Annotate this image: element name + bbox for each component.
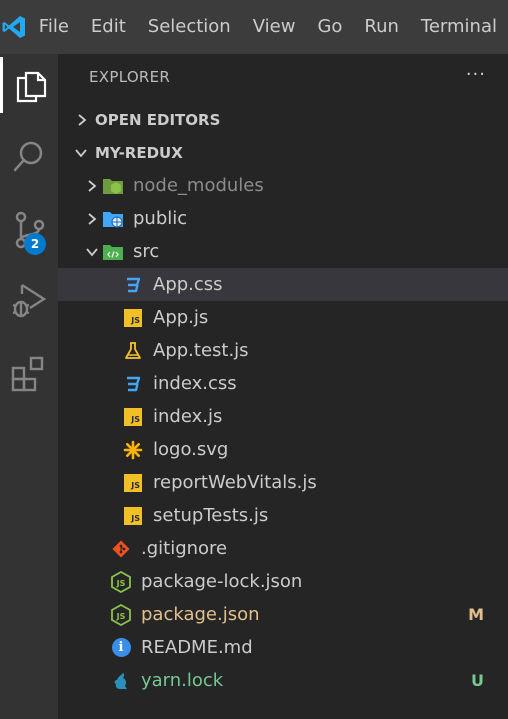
chevron-down-icon [82, 246, 102, 258]
menu-run[interactable]: Run [353, 0, 410, 54]
git-icon [110, 538, 132, 560]
tree-item-label: README.md [141, 637, 253, 658]
nodejs-icon: JS [110, 603, 132, 626]
tree-item-index-css[interactable]: index.css [58, 367, 508, 400]
chevron-right-icon [82, 212, 102, 226]
tree-item-label: package-lock.json [141, 571, 303, 592]
explorer-sidebar: EXPLORER ··· OPEN EDITORS MY-REDUX node_… [58, 54, 508, 719]
tree-item-label: App.css [153, 274, 223, 295]
tree-item-label: logo.svg [153, 439, 229, 460]
explorer-title: EXPLORER [89, 67, 171, 86]
explorer-icon[interactable] [0, 57, 58, 113]
tree-item-yarn-lock[interactable]: yarn.lock U [58, 664, 508, 697]
test-flask-icon [122, 340, 144, 362]
tree-item-package-json[interactable]: JS package.json M [58, 598, 508, 631]
vscode-logo-icon [0, 0, 28, 54]
tree-item-public[interactable]: public [58, 202, 508, 235]
tree-item-package-lock-json[interactable]: JS package-lock.json [58, 565, 508, 598]
menu-terminal[interactable]: Terminal [410, 0, 508, 54]
tree-item-app-test-js[interactable]: App.test.js [58, 334, 508, 367]
yarn-icon [110, 670, 132, 692]
globe-folder-icon [102, 208, 124, 230]
extensions-icon[interactable] [0, 346, 58, 402]
menu-file[interactable]: File [28, 0, 80, 54]
js-icon: JS [122, 307, 144, 329]
tree-item-node-modules[interactable]: node_modules [58, 169, 508, 202]
open-editors-label: OPEN EDITORS [95, 110, 221, 129]
tree-item-readme-md[interactable]: i README.md [58, 631, 508, 664]
menu-edit[interactable]: Edit [80, 0, 137, 54]
tree-item-app-css[interactable]: App.css [58, 268, 508, 301]
js-icon: JS [122, 505, 144, 527]
css-icon [122, 373, 144, 395]
css-icon [122, 274, 144, 296]
tree-item-label: src [133, 241, 160, 262]
more-actions-icon[interactable]: ··· [466, 64, 486, 85]
open-editors-section[interactable]: OPEN EDITORS [58, 103, 508, 136]
tree-item-report-web-vitals-js[interactable]: JS reportWebVitals.js [58, 466, 508, 499]
activity-bar: 2 [0, 54, 58, 719]
git-status-modified: M [468, 605, 484, 624]
tree-item-logo-svg[interactable]: logo.svg [58, 433, 508, 466]
tree-item-label: node_modules [133, 175, 264, 196]
tree-item-label: .gitignore [141, 538, 228, 559]
git-status-untracked: U [471, 671, 484, 690]
chevron-down-icon [58, 147, 90, 159]
menu-selection[interactable]: Selection [137, 0, 242, 54]
tree-item-label: index.css [153, 373, 237, 394]
project-label: MY-REDUX [95, 143, 183, 162]
tree-item-src[interactable]: src [58, 235, 508, 268]
info-icon: i [110, 637, 132, 659]
tree-item-label: package.json [141, 604, 260, 625]
chevron-right-icon [82, 179, 102, 193]
node-folder-icon [102, 175, 124, 197]
file-tree: node_modules public src App.css JS App.j… [58, 169, 508, 697]
tree-item-gitignore[interactable]: .gitignore [58, 532, 508, 565]
search-icon[interactable] [0, 128, 58, 184]
svg-text:JS: JS [116, 579, 126, 588]
nodejs-icon: JS [110, 570, 132, 593]
tree-item-app-js[interactable]: JS App.js [58, 301, 508, 334]
tree-item-label: setupTests.js [153, 505, 269, 526]
title-bar: File Edit Selection View Go Run Terminal [0, 0, 508, 54]
tree-item-label: yarn.lock [141, 670, 224, 691]
tree-item-label: reportWebVitals.js [153, 472, 317, 493]
js-icon: JS [122, 472, 144, 494]
explorer-header: EXPLORER ··· [58, 54, 508, 99]
tree-item-label: public [133, 208, 188, 229]
tree-item-label: index.js [153, 406, 223, 427]
source-control-badge: 2 [24, 233, 46, 255]
run-debug-icon[interactable] [0, 272, 58, 328]
tree-item-setup-tests-js[interactable]: JS setupTests.js [58, 499, 508, 532]
src-folder-icon [102, 241, 124, 263]
chevron-right-icon [58, 113, 90, 127]
tree-item-index-js[interactable]: JS index.js [58, 400, 508, 433]
svg-icon [122, 439, 144, 461]
project-section[interactable]: MY-REDUX [58, 136, 508, 169]
menu-view[interactable]: View [242, 0, 307, 54]
js-icon: JS [122, 406, 144, 428]
tree-item-label: App.js [153, 307, 209, 328]
menu-bar: File Edit Selection View Go Run Terminal [28, 0, 508, 54]
tree-item-label: App.test.js [153, 340, 249, 361]
svg-text:JS: JS [116, 612, 126, 621]
menu-go[interactable]: Go [306, 0, 353, 54]
